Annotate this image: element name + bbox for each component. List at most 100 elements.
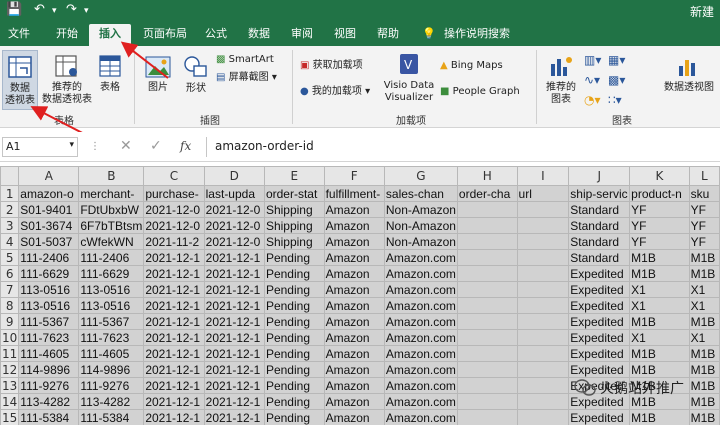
cell[interactable]: 111-5367	[18, 313, 80, 330]
cell[interactable]: purchase-	[143, 185, 205, 202]
cell[interactable]: Expedited	[568, 313, 631, 330]
cell[interactable]: 113-4282	[78, 393, 145, 410]
cell[interactable]: Non-Amazon	[383, 217, 458, 234]
row-header[interactable]: 1	[0, 185, 20, 202]
cell[interactable]: Expedited	[568, 409, 631, 425]
cell[interactable]: YF	[629, 201, 690, 218]
cell[interactable]: Pending	[263, 345, 325, 362]
cell[interactable]: YF	[688, 217, 720, 234]
cell[interactable]: 111-9276	[18, 377, 80, 394]
cell[interactable]: Shipping	[263, 217, 325, 234]
cell[interactable]: 2021-12-1	[143, 377, 205, 394]
cell[interactable]: Standard	[568, 201, 631, 218]
column-header[interactable]: I	[516, 166, 570, 186]
cell[interactable]: Amazon	[323, 361, 385, 378]
cell[interactable]: S01-9401	[18, 201, 80, 218]
row-header[interactable]: 6	[0, 265, 20, 282]
cell[interactable]: 114-9896	[78, 361, 145, 378]
row-header[interactable]: 15	[0, 409, 20, 425]
cell[interactable]	[516, 217, 570, 234]
cell[interactable]	[456, 249, 518, 266]
cell[interactable]: YF	[629, 217, 690, 234]
cell[interactable]: Amazon.com	[383, 249, 458, 266]
column-header[interactable]: L	[688, 166, 720, 186]
cell[interactable]: 2021-12-1	[203, 377, 265, 394]
cell[interactable]: Shipping	[263, 201, 325, 218]
cell[interactable]: 2021-12-1	[203, 345, 265, 362]
cell[interactable]	[456, 377, 518, 394]
cell[interactable]	[456, 329, 518, 346]
column-header[interactable]: F	[323, 166, 385, 186]
cell[interactable]: M1B	[688, 249, 720, 266]
cell[interactable]: Amazon.com	[383, 297, 458, 314]
cell[interactable]: S01-3674	[18, 217, 80, 234]
cell[interactable]: 111-9276	[78, 377, 145, 394]
cell[interactable]: Amazon	[323, 409, 385, 425]
cell[interactable]	[516, 361, 570, 378]
cell[interactable]: 111-5384	[18, 409, 80, 425]
cell[interactable]: Expedited	[568, 297, 631, 314]
cell[interactable]: 6F7bTBtsm	[78, 217, 145, 234]
cell[interactable]: 111-4605	[78, 345, 145, 362]
cell[interactable]: 2021-12-1	[143, 313, 205, 330]
cell[interactable]: 111-6629	[18, 265, 80, 282]
cell[interactable]: X1	[629, 281, 690, 298]
cell[interactable]	[516, 297, 570, 314]
cell[interactable]: 2021-12-1	[143, 393, 205, 410]
column-header[interactable]: H	[456, 166, 518, 186]
cell[interactable]: fulfillment-	[323, 185, 385, 202]
cell[interactable]: 111-4605	[18, 345, 80, 362]
cell[interactable]: Amazon.com	[383, 361, 458, 378]
cell[interactable]	[516, 201, 570, 218]
cell[interactable]: Amazon.com	[383, 393, 458, 410]
cell[interactable]: M1B	[629, 409, 690, 425]
cell[interactable]: Standard	[568, 233, 631, 250]
cell[interactable]: 111-6629	[78, 265, 145, 282]
cell[interactable]: merchant-	[78, 185, 145, 202]
cell[interactable]: 2021-12-1	[143, 345, 205, 362]
cell[interactable]: Amazon.com	[383, 377, 458, 394]
cell[interactable]: Pending	[263, 297, 325, 314]
cell[interactable]: X1	[629, 329, 690, 346]
cell[interactable]: sales-chan	[383, 185, 458, 202]
cell[interactable]	[516, 345, 570, 362]
cell[interactable]	[456, 201, 518, 218]
column-header[interactable]: E	[263, 166, 325, 186]
cell[interactable]	[516, 409, 570, 425]
cell[interactable]: Amazon.com	[383, 409, 458, 425]
cell[interactable]: url	[516, 185, 570, 202]
cell[interactable]: Shipping	[263, 233, 325, 250]
cell[interactable]: M1B	[629, 265, 690, 282]
cell[interactable]: Expedited	[568, 329, 631, 346]
cell[interactable]: amazon-o	[18, 185, 80, 202]
cell[interactable]: 2021-12-1	[203, 409, 265, 425]
enter-icon[interactable]: ✓	[150, 138, 162, 154]
cell[interactable]: 111-7623	[18, 329, 80, 346]
cell[interactable]: Pending	[263, 249, 325, 266]
cell[interactable]: Pending	[263, 361, 325, 378]
row-header[interactable]: 8	[0, 297, 20, 314]
cell[interactable]: 114-9896	[18, 361, 80, 378]
cell[interactable]: Pending	[263, 313, 325, 330]
cell[interactable]: 2021-12-1	[143, 409, 205, 425]
cell[interactable]: X1	[688, 281, 720, 298]
cell[interactable]: 113-0516	[18, 297, 80, 314]
cell[interactable]: M1B	[688, 409, 720, 425]
row-header[interactable]: 9	[0, 313, 20, 330]
cell[interactable]: 113-0516	[78, 297, 145, 314]
column-header[interactable]: J	[568, 166, 631, 186]
cell[interactable]: Amazon	[323, 249, 385, 266]
cell[interactable]	[516, 233, 570, 250]
cell[interactable]: 111-5384	[78, 409, 145, 425]
select-all-corner[interactable]	[0, 166, 20, 186]
cell[interactable]	[516, 281, 570, 298]
cell[interactable]: Amazon	[323, 393, 385, 410]
column-header[interactable]: A	[18, 166, 80, 186]
cell[interactable]: YF	[688, 201, 720, 218]
cell[interactable]: 2021-12-1	[203, 329, 265, 346]
cell[interactable]: 113-4282	[18, 393, 80, 410]
cell[interactable]	[456, 233, 518, 250]
cell[interactable]	[456, 345, 518, 362]
cell[interactable]: Amazon.com	[383, 329, 458, 346]
cell[interactable]: Standard	[568, 217, 631, 234]
